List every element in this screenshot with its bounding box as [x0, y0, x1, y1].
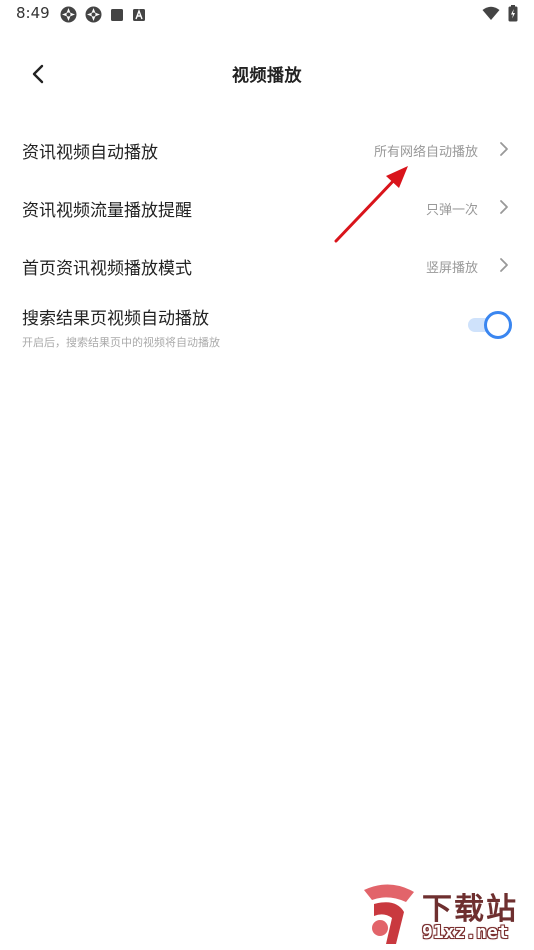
setting-label: 资讯视频自动播放	[22, 143, 158, 163]
watermark-url: 91xz.net	[422, 922, 509, 943]
a-box-icon	[133, 8, 145, 21]
aperture-icon	[60, 6, 77, 23]
setting-value: 竖屏播放	[425, 261, 478, 276]
setting-row-play-mode[interactable]: 首页资讯视频播放模式 竖屏播放	[0, 236, 534, 294]
watermark: 下载站 91xz.net	[360, 882, 530, 950]
battery-charging-icon	[508, 5, 518, 22]
status-icons-left	[60, 6, 146, 23]
header: 视频播放	[0, 48, 534, 98]
status-icons-right	[482, 5, 518, 22]
setting-row-data-reminder[interactable]: 资讯视频流量播放提醒 只弹一次	[0, 178, 534, 236]
aperture-icon	[85, 6, 102, 23]
chevron-right-icon	[500, 142, 508, 156]
settings-list: 资讯视频自动播放 所有网络自动播放 资讯视频流量播放提醒 只弹一次 首页资讯视频…	[0, 120, 534, 364]
setting-label: 资讯视频流量播放提醒	[22, 201, 192, 221]
setting-row-search-autoplay: 搜索结果页视频自动播放 开启后，搜索结果页中的视频将自动播放	[0, 294, 534, 364]
setting-label: 首页资讯视频播放模式	[22, 259, 192, 279]
setting-row-video-autoplay[interactable]: 资讯视频自动播放 所有网络自动播放	[0, 120, 534, 178]
chevron-right-icon	[500, 258, 508, 272]
setting-value: 只弹一次	[425, 203, 478, 218]
wifi-icon	[482, 6, 500, 20]
status-time: 8:49	[16, 4, 50, 22]
search-autoplay-toggle[interactable]	[466, 311, 512, 339]
watermark-logo-icon	[364, 884, 414, 944]
setting-label: 搜索结果页视频自动播放	[22, 309, 209, 329]
toggle-knob	[484, 311, 512, 339]
setting-description: 开启后，搜索结果页中的视频将自动播放	[22, 336, 220, 349]
page-title: 视频播放	[232, 66, 302, 86]
chevron-right-icon	[500, 200, 508, 214]
setting-value: 所有网络自动播放	[373, 145, 478, 160]
status-bar: 8:49	[0, 0, 534, 28]
square-icon	[111, 8, 123, 21]
